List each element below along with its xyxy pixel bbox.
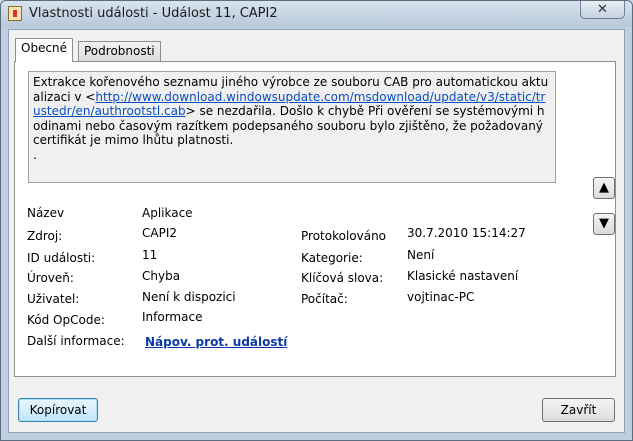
arrow-up-icon: ▲	[599, 180, 609, 195]
label-user: Uživatel:	[27, 292, 80, 306]
copy-button[interactable]: Kopírovat	[18, 398, 98, 422]
title-bar[interactable]: Vlastnosti události - Událost 11, CAPI2 …	[1, 1, 632, 27]
event-properties-window: Vlastnosti události - Událost 11, CAPI2 …	[0, 0, 633, 441]
general-tab-panel: Extrakce kořenového seznamu jiného výrob…	[14, 61, 616, 377]
tab-details[interactable]: Podrobnosti	[78, 41, 161, 62]
next-event-button[interactable]: ▼	[593, 213, 615, 235]
value-category: Není	[407, 248, 435, 262]
event-description[interactable]: Extrakce kořenového seznamu jiného výrob…	[28, 71, 556, 183]
value-level: Chyba	[142, 269, 181, 283]
label-level: Úroveň:	[27, 271, 74, 285]
value-computer: vojtinac-PC	[407, 290, 475, 304]
label-source: Zdroj:	[27, 229, 63, 243]
value-opcode: Informace	[142, 310, 203, 324]
arrow-down-icon: ▼	[599, 216, 609, 231]
value-keywords: Klasické nastavení	[407, 269, 519, 283]
dialog-client-area: Obecné Podrobnosti Extrakce kořenového s…	[8, 29, 625, 433]
label-logged: Protokolováno	[301, 229, 387, 243]
label-keywords: Klíčová slova:	[301, 271, 384, 285]
label-computer: Počítač:	[301, 292, 348, 306]
value-event-id: 11	[142, 248, 158, 262]
label-category: Kategorie:	[301, 251, 363, 265]
value-user: Není k dispozici	[142, 290, 236, 304]
tab-general[interactable]: Obecné	[15, 38, 74, 62]
close-window-button[interactable]: ✕	[580, 1, 625, 19]
label-opcode: Kód OpCode:	[27, 313, 105, 327]
previous-event-button[interactable]: ▲	[593, 177, 615, 199]
event-viewer-icon	[8, 6, 22, 21]
event-log-help-link[interactable]: Nápov. prot. událostí	[145, 335, 287, 349]
close-button[interactable]: Zavřít	[542, 398, 615, 422]
value-source: CAPI2	[142, 226, 177, 240]
window-title: Vlastnosti události - Událost 11, CAPI2	[29, 6, 278, 21]
description-trailing: .	[33, 147, 37, 162]
label-more-info: Další informace:	[27, 334, 125, 348]
label-event-id: ID události:	[27, 251, 96, 265]
value-name: Aplikace	[142, 206, 193, 220]
value-logged: 30.7.2010 15:14:27	[407, 226, 526, 240]
label-name: Název	[27, 206, 65, 220]
